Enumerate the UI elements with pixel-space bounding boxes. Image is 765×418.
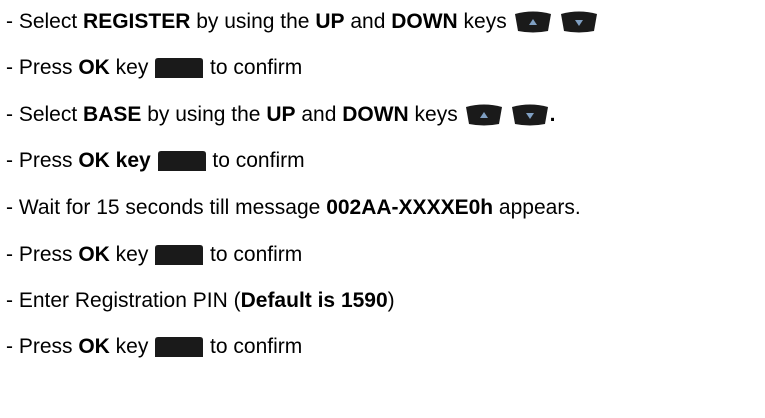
step-text: - Select <box>6 10 84 33</box>
step-text: and <box>295 103 343 126</box>
step-emphasis: BASE <box>83 103 142 126</box>
step-emphasis: UP <box>315 10 345 33</box>
step-emphasis: DOWN <box>391 10 458 33</box>
step-text: - Select <box>6 103 84 126</box>
step-text: and <box>344 10 392 33</box>
step-text: keys <box>408 103 464 126</box>
step-emphasis: 002AA-XXXXE0h <box>326 196 494 219</box>
step-press-ok: - Press OK key to confirm <box>6 146 305 176</box>
step-emphasis: OK <box>78 335 110 358</box>
step-emphasis: OK <box>78 243 110 266</box>
step-text: to confirm <box>204 243 303 266</box>
down-key-icon <box>559 0 599 94</box>
step-emphasis: OK <box>78 56 110 79</box>
step-text: to confirm <box>204 335 303 358</box>
step-emphasis: Default is 1590 <box>240 289 388 312</box>
step-press-ok: - Press OK key to confirm <box>6 53 302 83</box>
down-key-icon <box>510 43 550 187</box>
step-text: keys <box>457 10 513 33</box>
step-text: key <box>109 56 155 79</box>
step-text: key <box>109 335 155 358</box>
step-text: ) <box>387 289 395 312</box>
step-emphasis: OK key <box>78 149 151 172</box>
step-text: appears. <box>493 196 581 219</box>
step-text: by using the <box>190 10 316 33</box>
step-text: key <box>109 243 155 266</box>
step-wait-message: - Wait for 15 seconds till message 002AA… <box>6 193 581 223</box>
step-text: to confirm <box>206 149 305 172</box>
instruction-steps: - Select REGISTER by using the UP and DO… <box>0 0 765 376</box>
step-emphasis: UP <box>266 103 296 126</box>
step-text: - Press <box>6 149 79 172</box>
step-select-register: - Select REGISTER by using the UP and DO… <box>6 7 599 37</box>
step-emphasis: DOWN <box>342 103 409 126</box>
ok-key-icon <box>154 276 204 418</box>
step-text: - Enter Registration PIN ( <box>6 289 241 312</box>
step-emphasis: . <box>549 103 556 126</box>
step-press-ok: - Press OK key to confirm <box>6 332 302 362</box>
step-text: - Press <box>6 243 79 266</box>
step-select-base: - Select BASE by using the UP and DOWN k… <box>6 100 555 130</box>
up-key-icon <box>464 43 504 187</box>
step-text: - Press <box>6 56 79 79</box>
step-text: - Press <box>6 335 79 358</box>
step-press-ok: - Press OK key to confirm <box>6 240 302 270</box>
step-text: to confirm <box>204 56 303 79</box>
